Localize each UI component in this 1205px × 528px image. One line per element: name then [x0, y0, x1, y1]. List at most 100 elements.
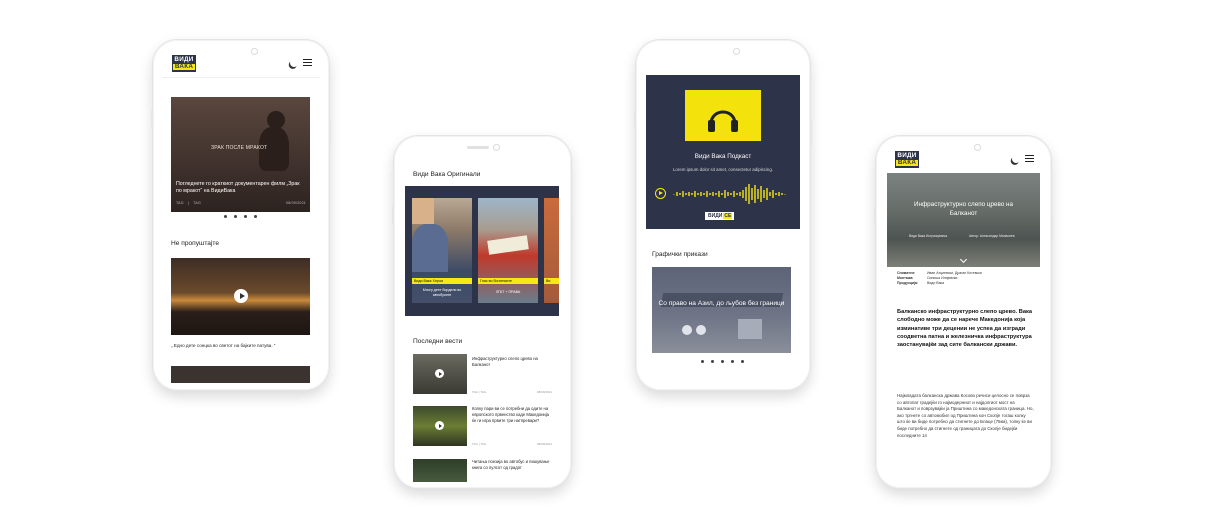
originals-carousel[interactable]: Види Вака Херои Многу дете бордели во ав…: [405, 186, 559, 316]
card-tag[interactable]: Ви: [544, 278, 559, 284]
credit-label: Продукција:: [897, 281, 919, 285]
credit-value: Синиша Илијевски: [927, 276, 958, 280]
section-title: Не пропуштајте: [171, 240, 220, 247]
originals-title: Види Вака Оригинали: [413, 171, 481, 178]
article-screen: ВИДИ ВАКА Инфраструктурно слепо црево на…: [885, 146, 1042, 482]
podcast-title: Види Вака Подкаст: [694, 153, 752, 160]
article-title: Инфраструктурно слепо црево на Балканот: [914, 201, 1013, 217]
original-card[interactable]: Види Вака Херои Многу дете бордели во ав…: [412, 198, 472, 303]
carousel-dots[interactable]: [701, 360, 744, 363]
hero-title[interactable]: Погледнете го краткиот документарен филм…: [176, 181, 306, 195]
logo-line2: ВАКА: [172, 62, 196, 70]
card-tag[interactable]: Глас во богатниите: [478, 278, 538, 284]
chevron-down-icon[interactable]: [959, 255, 968, 264]
illustration-figure: [682, 325, 692, 335]
carousel-dot[interactable]: [721, 360, 724, 363]
podcast-play-button[interactable]: [655, 188, 666, 199]
side-button: [392, 206, 394, 224]
side-button: [571, 216, 573, 242]
original-card[interactable]: Ви: [544, 198, 559, 303]
vidi-vaka-logo[interactable]: ВИДИ ВАКА: [895, 151, 919, 168]
news-title: Последни вести: [413, 338, 463, 345]
header-divider: [162, 77, 320, 78]
podcast-subtitle: Lorem ipsum dolor sit amet, consectetur …: [672, 167, 774, 172]
vidi-vaka-logo[interactable]: ВИДИ ВАКА: [172, 55, 196, 72]
news-date: 08/09/2021: [536, 390, 552, 394]
phone-mockup-podcast: Види Вака Подкаст Lorem ipsum dolor sit …: [634, 40, 812, 390]
audio-waveform[interactable]: [672, 182, 792, 206]
hero-tag[interactable]: TAG: [176, 201, 184, 205]
brand-mini-word: ВИДИ: [708, 213, 723, 219]
credits-block: Снимател: Иван Атциевски, Драган Котевски…: [897, 271, 1037, 286]
card-tag[interactable]: Види Вака Херои: [412, 278, 472, 284]
hero-date: 08/09/2021: [286, 201, 306, 205]
news-item-title[interactable]: Читања поезија во автобус и пишување кни…: [472, 459, 552, 471]
phone-mockup-home: ВИДИ ВАКА ЗРАК ПОСЛЕ МРАКОТ Погледнете г…: [151, 40, 331, 390]
carousel-dot[interactable]: [711, 360, 714, 363]
hero-meta: TAG | TAG 08/09/2021: [176, 201, 306, 205]
carousel-dot[interactable]: [244, 215, 247, 218]
side-button: [151, 110, 153, 128]
news-tag[interactable]: TAG: [480, 390, 486, 394]
hero-overlay-title: ЗРАК ПОСЛЕ МРАКОТ: [211, 145, 268, 151]
originals-screen: Види Вака Оригинали Види Вака Херои Мног…: [403, 156, 562, 482]
article-author-left: Види Вака Истражувања: [909, 234, 948, 238]
podcast-cover-image: [685, 90, 761, 141]
carousel-dot[interactable]: [701, 360, 704, 363]
news-thumbnail[interactable]: [413, 459, 467, 482]
article-hero: Инфраструктурно слепо црево на Балканот …: [887, 173, 1040, 267]
next-card-image[interactable]: [171, 366, 310, 383]
phone-mockup-originals: Види Вака Оригинали Види Вака Херои Мног…: [392, 136, 573, 488]
news-item-title[interactable]: Колку пари ви се потребни да одите на ев…: [472, 406, 552, 424]
menu-icon[interactable]: [1025, 155, 1034, 162]
logo-line2: ВАКА: [895, 158, 919, 166]
news-date: 08/09/2021: [536, 442, 552, 446]
news-thumbnail[interactable]: [413, 406, 467, 446]
article-author-right: Автор: Александар Манасиев: [969, 234, 1015, 238]
video-card[interactable]: [171, 258, 310, 335]
credit-row: Продукција: Види Вака: [897, 281, 1037, 286]
carousel-dot[interactable]: [731, 360, 734, 363]
news-item-title[interactable]: Инфраструктурно слепо црево на Балканот: [472, 356, 552, 368]
credit-value: Иван Атциевски, Драган Котевски: [927, 271, 982, 275]
play-icon[interactable]: [435, 421, 444, 430]
headphones-icon: [708, 110, 738, 132]
person-image: [412, 224, 448, 272]
side-button: [874, 206, 876, 224]
news-thumbnail[interactable]: [413, 354, 467, 394]
play-icon: [659, 191, 663, 195]
carousel-dots[interactable]: [224, 215, 257, 218]
news-meta: TAG | TAG 08/09/2021: [472, 390, 552, 394]
side-button: [1051, 216, 1053, 242]
menu-icon[interactable]: [303, 59, 312, 66]
podcast-screen: Види Вака Подкаст Lorem ipsum dolor sit …: [645, 50, 801, 383]
podcast-card[interactable]: Види Вака Подкаст Lorem ipsum dolor sit …: [646, 75, 800, 229]
graphic-card[interactable]: Со право на Азил, до љубов без граници: [652, 267, 791, 353]
side-button: [634, 110, 636, 128]
play-icon[interactable]: [435, 369, 444, 378]
video-caption[interactable]: „ Едно дете сонцка во светот на бајките …: [171, 343, 275, 348]
carousel-dot[interactable]: [741, 360, 744, 363]
play-icon[interactable]: [234, 289, 248, 303]
protest-sign-image: [487, 235, 529, 255]
graphics-title: Графички прикази: [652, 251, 708, 258]
illustration-window: [738, 319, 762, 339]
news-tag[interactable]: TAG: [472, 390, 478, 394]
carousel-dot[interactable]: [234, 215, 237, 218]
news-tag[interactable]: TAG: [472, 442, 478, 446]
dark-mode-icon[interactable]: [1011, 154, 1022, 165]
phone-mockup-article: ВИДИ ВАКА Инфраструктурно слепо црево на…: [874, 136, 1053, 488]
dark-mode-icon[interactable]: [289, 58, 300, 69]
article-lead: Балканско инфраструктурно слепо црево. В…: [897, 309, 1033, 349]
featured-hero-card[interactable]: ЗРАК ПОСЛЕ МРАКОТ Погледнете го краткиот…: [171, 97, 310, 212]
carousel-dot[interactable]: [254, 215, 257, 218]
news-tag[interactable]: TAG: [480, 442, 486, 446]
article-body: Најмладата балканска држава Косово речис…: [897, 393, 1034, 438]
carousel-dot[interactable]: [224, 215, 227, 218]
original-card[interactable]: Глас во богатниите ЛГБТ + ПРАВА: [478, 198, 538, 303]
graphic-caption: Со право на Азил, до љубов без граници: [658, 300, 785, 307]
card-caption: ЛГБТ + ПРАВА: [495, 290, 521, 294]
news-meta: TAG | TAG 08/09/2021: [472, 442, 552, 446]
side-button: [329, 120, 331, 146]
hero-tag[interactable]: TAG: [193, 201, 201, 205]
